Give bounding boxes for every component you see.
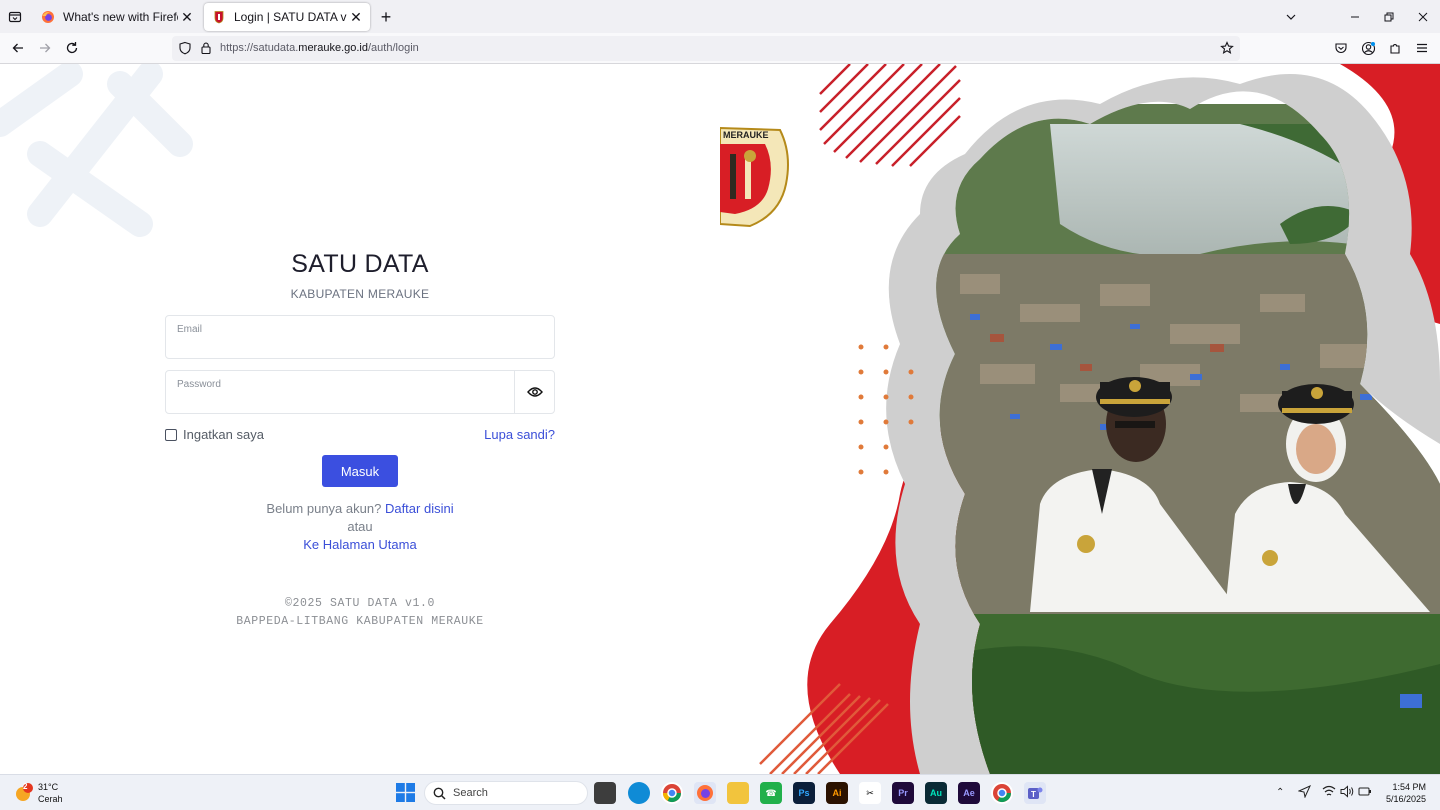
tab-bar: What's new with Firefox ✕ Login | SATU D… (0, 0, 1440, 33)
location-icon[interactable] (1297, 784, 1312, 803)
file-explorer-icon[interactable] (727, 782, 749, 804)
weather-condition: Cerah (38, 794, 63, 804)
windows-taskbar: 2 31°C Cerah Search ☎ Ps Ai ✂ Pr Au Ae T… (0, 774, 1440, 810)
password-input[interactable] (176, 393, 506, 409)
after-effects-icon[interactable]: Ae (958, 782, 980, 804)
url-prefix: https://satudata. (220, 42, 299, 54)
password-field[interactable]: Password (165, 370, 555, 414)
system-clock[interactable]: 1:54 PM 5/16/2025 (1386, 781, 1426, 805)
email-field[interactable]: Email (165, 315, 555, 359)
organization-text: BAPPEDA-LITBANG KABUPATEN MERAUKE (236, 615, 484, 628)
reload-icon[interactable] (58, 34, 86, 62)
navigation-toolbar: https://satudata.merauke.go.id/auth/logi… (0, 33, 1440, 64)
weather-widget[interactable]: 31°C Cerah (38, 781, 63, 805)
copyright-text: ©2025 SATU DATA v1.0 (284, 597, 436, 610)
merauke-logo (720, 126, 789, 228)
close-window-icon[interactable] (1406, 0, 1439, 33)
premiere-icon[interactable]: Pr (892, 782, 914, 804)
show-hidden-icons-icon[interactable]: ⌃ (1276, 787, 1284, 798)
teams-icon[interactable]: T (1024, 782, 1046, 804)
restore-icon[interactable] (1372, 0, 1405, 33)
app-title: SATU DATA (291, 250, 429, 278)
battery-icon[interactable] (1358, 785, 1372, 803)
extensions-icon[interactable] (1381, 34, 1409, 62)
phone-link-icon[interactable]: ☎ (760, 782, 782, 804)
show-password-icon[interactable] (514, 371, 554, 413)
register-prompt: Belum punya akun? Daftar disini (0, 501, 720, 516)
tab-whats-new[interactable]: What's new with Firefox ✕ (33, 3, 201, 31)
close-tab-icon[interactable]: ✕ (347, 8, 365, 26)
minimize-icon[interactable] (1338, 0, 1371, 33)
tab-title: Login | SATU DATA v1.0 (234, 10, 347, 24)
tracking-shield-icon[interactable] (178, 41, 192, 60)
email-label: Email (177, 324, 203, 335)
temperature: 31°C (38, 782, 59, 792)
home-link[interactable]: Ke Halaman Utama (303, 537, 416, 552)
back-icon[interactable] (4, 34, 32, 62)
audition-icon[interactable]: Au (925, 782, 947, 804)
search-icon (433, 787, 446, 800)
page-content: SATU DATA KABUPATEN MERAUKE Email Passwo… (0, 64, 1440, 774)
photoshop-icon[interactable]: Ps (793, 782, 815, 804)
firefox-icon[interactable] (694, 782, 716, 804)
wifi-icon[interactable] (1322, 785, 1336, 803)
url-path: /auth/login (368, 42, 419, 54)
menu-icon[interactable] (1408, 34, 1436, 62)
forward-icon[interactable] (31, 34, 59, 62)
taskbar-search[interactable]: Search (424, 781, 588, 805)
edge-icon[interactable] (628, 782, 650, 804)
capcut-icon[interactable]: ✂ (859, 782, 881, 804)
hero-illustration: MERAUKE (720, 64, 1440, 774)
red-stripes-top (819, 64, 961, 167)
task-view-icon[interactable] (594, 782, 616, 804)
search-placeholder: Search (453, 787, 488, 799)
firefox-favicon-icon (42, 11, 54, 23)
email-input[interactable] (176, 338, 506, 354)
list-all-tabs-icon[interactable] (1274, 0, 1307, 33)
remember-label: Ingatkan saya (183, 427, 264, 442)
svg-text:T: T (1031, 790, 1036, 799)
account-icon[interactable] (1354, 34, 1382, 62)
windows-start-icon[interactable] (396, 783, 415, 807)
tab-list-icon[interactable] (1, 3, 29, 31)
chrome-dev-icon[interactable] (991, 782, 1013, 804)
or-text: atau (347, 519, 373, 534)
password-label: Password (177, 379, 221, 390)
register-link[interactable]: Daftar disini (385, 501, 454, 516)
remember-me[interactable]: Ingatkan saya (165, 427, 264, 442)
address-bar[interactable]: https://satudata.merauke.go.id/auth/logi… (172, 36, 1240, 61)
clock-date: 5/16/2025 (1385, 794, 1426, 804)
remember-checkbox[interactable] (165, 428, 177, 441)
weather-badge: 2 (23, 782, 28, 791)
home-link-wrap: Ke Halaman Utama (0, 537, 720, 552)
login-button[interactable]: Masuk (322, 455, 398, 487)
pocket-icon[interactable] (1327, 34, 1355, 62)
hero-panel: MERAUKE (720, 64, 1440, 774)
volume-icon[interactable] (1340, 785, 1354, 803)
chrome-icon[interactable] (661, 782, 683, 804)
merauke-favicon-icon (214, 11, 224, 24)
lock-icon[interactable] (199, 41, 213, 60)
illustrator-icon[interactable]: Ai (826, 782, 848, 804)
tab-login[interactable]: Login | SATU DATA v1.0 ✕ (204, 3, 370, 31)
bookmark-star-icon[interactable] (1220, 41, 1234, 60)
url-text[interactable]: https://satudata.merauke.go.id/auth/logi… (220, 42, 419, 54)
logo-text: MERAUKE (723, 130, 769, 140)
clock-time: 1:54 PM (1392, 782, 1426, 792)
tab-title: What's new with Firefox (63, 10, 178, 24)
background-cross-decoration (0, 64, 193, 237)
close-tab-icon[interactable]: ✕ (178, 8, 196, 26)
register-prompt-text: Belum punya akun? (266, 501, 382, 516)
forgot-password-link[interactable]: Lupa sandi? (484, 427, 555, 442)
url-host: merauke.go.id (298, 42, 368, 54)
login-panel: SATU DATA KABUPATEN MERAUKE Email Passwo… (0, 64, 720, 774)
new-tab-icon[interactable]: + (372, 3, 400, 31)
weather-widget-icon[interactable]: 2 (14, 782, 34, 803)
app-subtitle: KABUPATEN MERAUKE (290, 287, 430, 301)
